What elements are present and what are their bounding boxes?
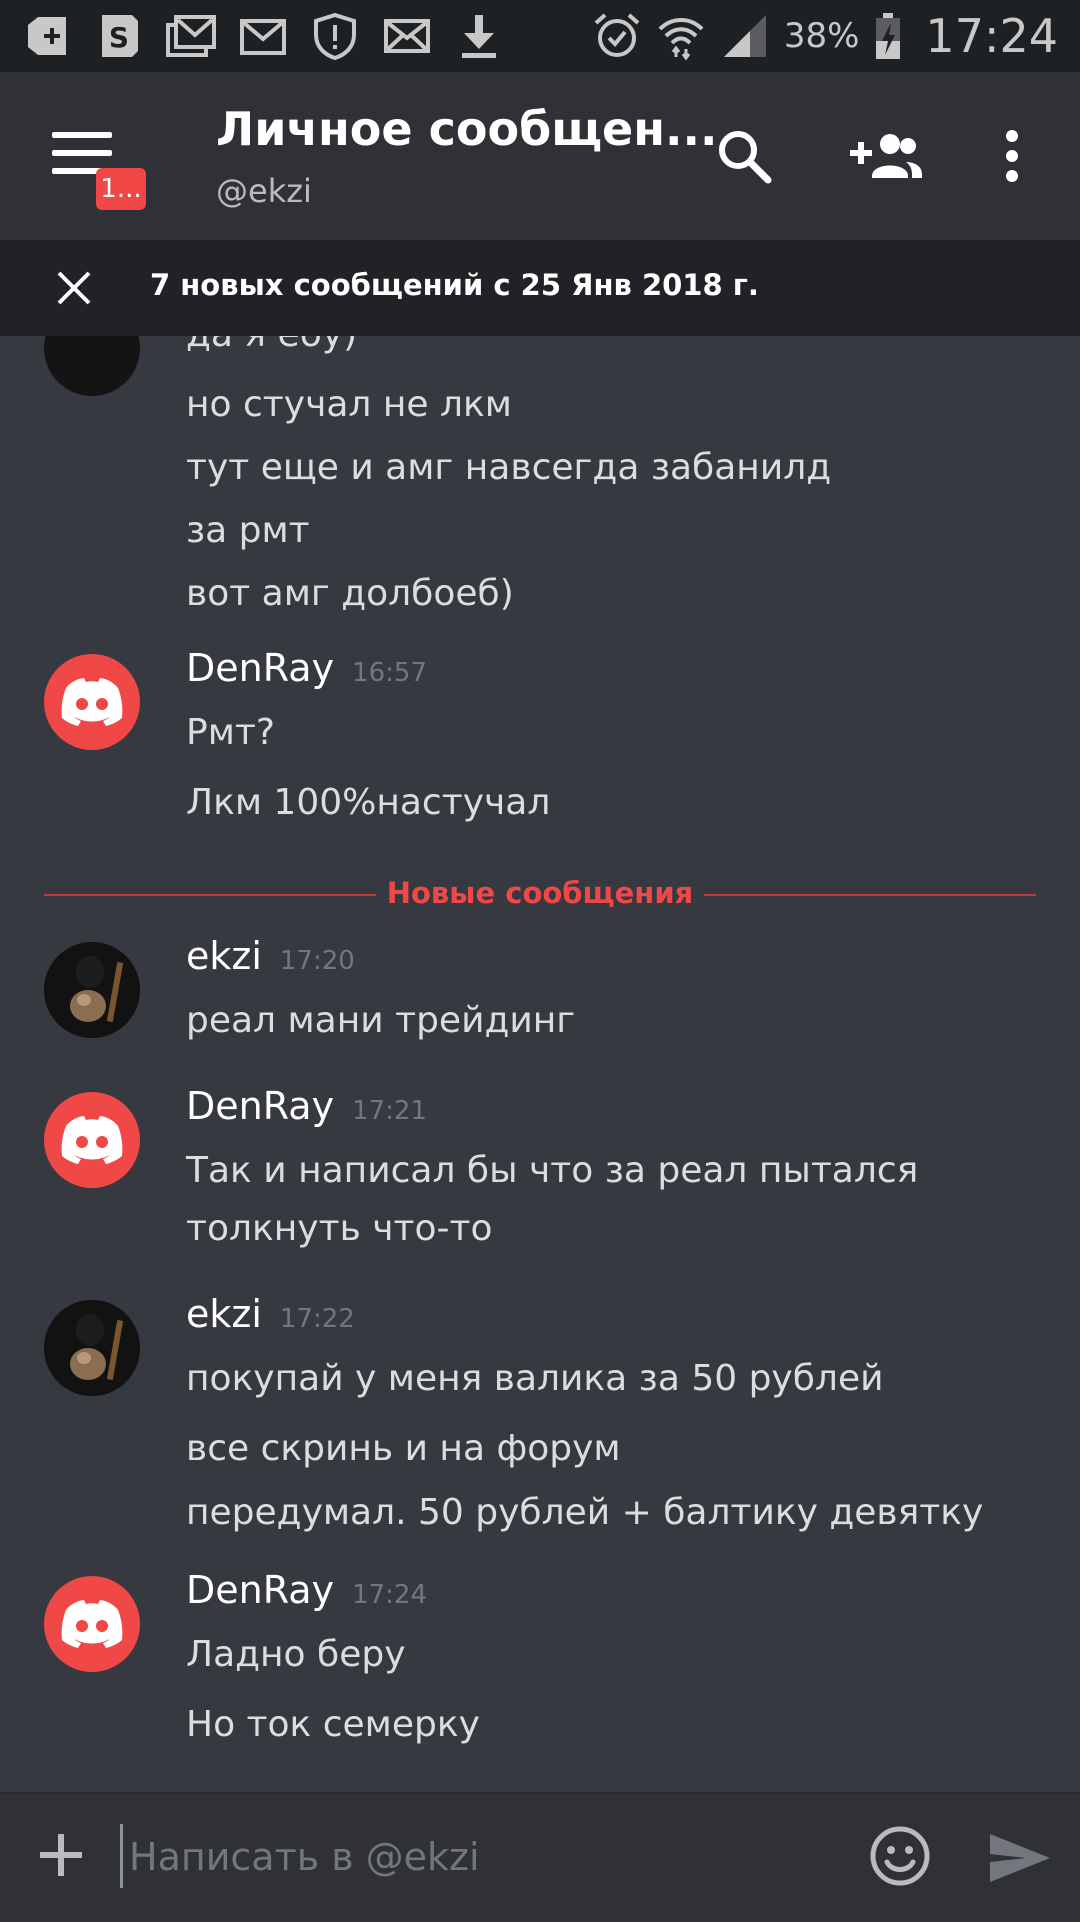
svg-text:S: S [109, 21, 129, 54]
message-author[interactable]: ekzi 17:20 [186, 934, 355, 978]
status-bar: S 38% 17:24 [0, 0, 1080, 72]
emoji-icon[interactable] [868, 1824, 932, 1888]
message-text: Лкм 100%настучал [186, 782, 551, 823]
avatar[interactable] [44, 336, 140, 396]
close-icon[interactable] [56, 270, 92, 306]
author-name[interactable]: ekzi [186, 934, 262, 978]
add-friend-icon[interactable] [848, 126, 924, 186]
clock: 17:24 [925, 9, 1058, 63]
search-icon[interactable] [714, 126, 774, 186]
divider-label: Новые сообщения [386, 876, 694, 910]
message-input[interactable] [123, 1824, 811, 1890]
message-text: толкнуть что-то [186, 1208, 493, 1249]
message-timestamp: 17:22 [279, 1304, 355, 1334]
message-author[interactable]: DenRay 16:57 [186, 646, 427, 690]
new-messages-text: 7 новых сообщений с 25 Янв 2018 г. [150, 268, 759, 302]
discord-logo-icon [61, 1600, 123, 1648]
author-name[interactable]: ekzi [186, 1292, 262, 1336]
unread-badge: 1... [96, 168, 146, 210]
message-author[interactable]: ekzi 17:22 [186, 1292, 355, 1336]
dm-username: @ekzi [216, 172, 312, 210]
add-attachment-icon[interactable] [38, 1832, 84, 1878]
author-name[interactable]: DenRay [186, 1568, 334, 1612]
avatar[interactable] [44, 1576, 140, 1672]
message-list[interactable]: да я ебу) но стучал не лкм тут еще и амг… [0, 336, 1080, 1792]
message-text: реал мани трейдинг [186, 1000, 576, 1041]
author-name[interactable]: DenRay [186, 646, 334, 690]
skype-icon: S [102, 15, 138, 57]
send-icon[interactable] [986, 1830, 1054, 1886]
mail-icon [384, 19, 430, 53]
avatar[interactable] [44, 654, 140, 750]
message-timestamp: 17:21 [352, 1096, 428, 1126]
message-text: Рмт? [186, 712, 275, 753]
page-title: Личное сообщен... [216, 102, 718, 156]
avatar[interactable] [44, 942, 140, 1038]
message-timestamp: 16:57 [352, 658, 428, 688]
message-text: передумал. 50 рублей + балтику девятку [186, 1492, 984, 1533]
message-text: Но ток семерку [186, 1704, 480, 1745]
download-icon [462, 15, 496, 58]
message-text: да я ебу) [186, 336, 357, 355]
signal-icon [723, 15, 766, 57]
user-photo-icon [44, 1300, 140, 1396]
message-composer [0, 1792, 1080, 1922]
avatar[interactable] [44, 1092, 140, 1188]
message-author[interactable]: DenRay 17:24 [186, 1568, 427, 1612]
wifi-icon [658, 18, 704, 61]
more-vert-icon[interactable] [1000, 126, 1024, 186]
add-box-icon [28, 17, 66, 55]
message-text: тут еще и амг навсегда забанилд [186, 447, 832, 488]
user-photo-icon [44, 942, 140, 1038]
message-timestamp: 17:20 [279, 946, 355, 976]
battery-icon [876, 13, 901, 59]
new-messages-bar[interactable]: 7 новых сообщений с 25 Янв 2018 г. [0, 240, 1080, 336]
discord-logo-icon [61, 678, 123, 726]
message-text: все скринь и на форум [186, 1428, 621, 1469]
message-text: Ладно беру [186, 1634, 406, 1675]
message-text: Так и написал бы что за реал пытался [186, 1150, 919, 1191]
alarm-icon [594, 13, 640, 57]
battery-percent: 38% [783, 16, 860, 56]
app-bar: 1... Личное сообщен... @ekzi [0, 72, 1080, 240]
new-messages-divider: Новые сообщения [44, 876, 1036, 916]
author-name[interactable]: DenRay [186, 1084, 334, 1128]
avatar[interactable] [44, 1300, 140, 1396]
message-author[interactable]: DenRay 17:21 [186, 1084, 427, 1128]
message-input-wrapper[interactable] [120, 1824, 843, 1890]
message-text: за рмт [186, 510, 310, 551]
discord-logo-icon [61, 1116, 123, 1164]
message-text: вот амг долбоеб) [186, 573, 514, 614]
message-text: покупай у меня валика за 50 рублей [186, 1358, 884, 1399]
gmail-icon [240, 19, 286, 55]
gmail-stack-icon [166, 15, 216, 57]
shield-alert-icon [314, 12, 356, 61]
message-timestamp: 17:24 [352, 1580, 428, 1610]
message-text: но стучал не лкм [186, 384, 512, 425]
